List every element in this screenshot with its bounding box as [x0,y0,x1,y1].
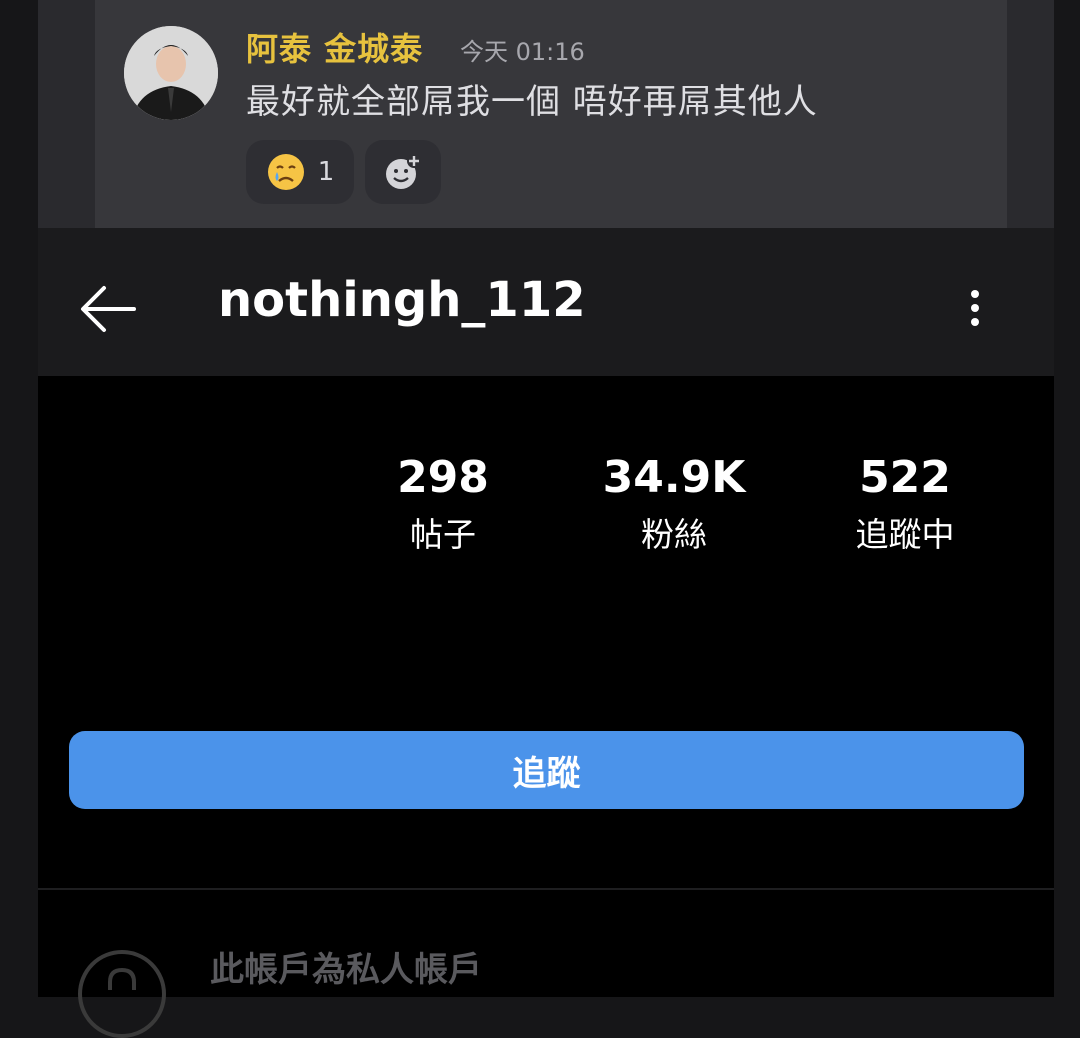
followers-label: 粉絲 [641,515,707,554]
back-button[interactable] [78,282,138,336]
message-author[interactable]: 阿泰 金城泰 [246,24,423,70]
section-divider [38,888,1054,890]
private-account-notice: 此帳戶為私人帳戶 [210,950,482,990]
lock-shape [108,967,136,990]
avatar[interactable] [124,26,218,120]
following-label: 追蹤中 [855,515,955,554]
lock-icon [78,950,166,1038]
message-timestamp: 今天 01:16 [460,38,585,66]
person-avatar-icon [124,26,218,120]
profile-username: nothingh_112 [218,272,586,328]
more-options-button[interactable] [955,280,995,340]
following-stat[interactable]: 522 追蹤中 [815,448,995,562]
posts-count: 298 [397,452,489,503]
message-text: 最好就全部屌我一個 唔好再屌其他人 [246,82,818,122]
reaction-crying-chip[interactable]: 1 [246,140,354,204]
followers-stat[interactable]: 34.9K 粉絲 [584,448,764,562]
more-vertical-icon [971,290,979,326]
posts-label: 帖子 [410,515,476,554]
crying-face-icon [267,154,304,190]
reaction-count: 1 [317,157,335,187]
follow-button[interactable]: 追蹤 [69,731,1024,809]
following-count: 522 [859,452,951,503]
followers-count: 34.9K [602,452,746,503]
posts-stat[interactable]: 298 帖子 [353,448,533,562]
add-reaction-button[interactable] [365,140,441,204]
back-arrow-icon [81,286,136,332]
add-reaction-icon [386,154,421,189]
